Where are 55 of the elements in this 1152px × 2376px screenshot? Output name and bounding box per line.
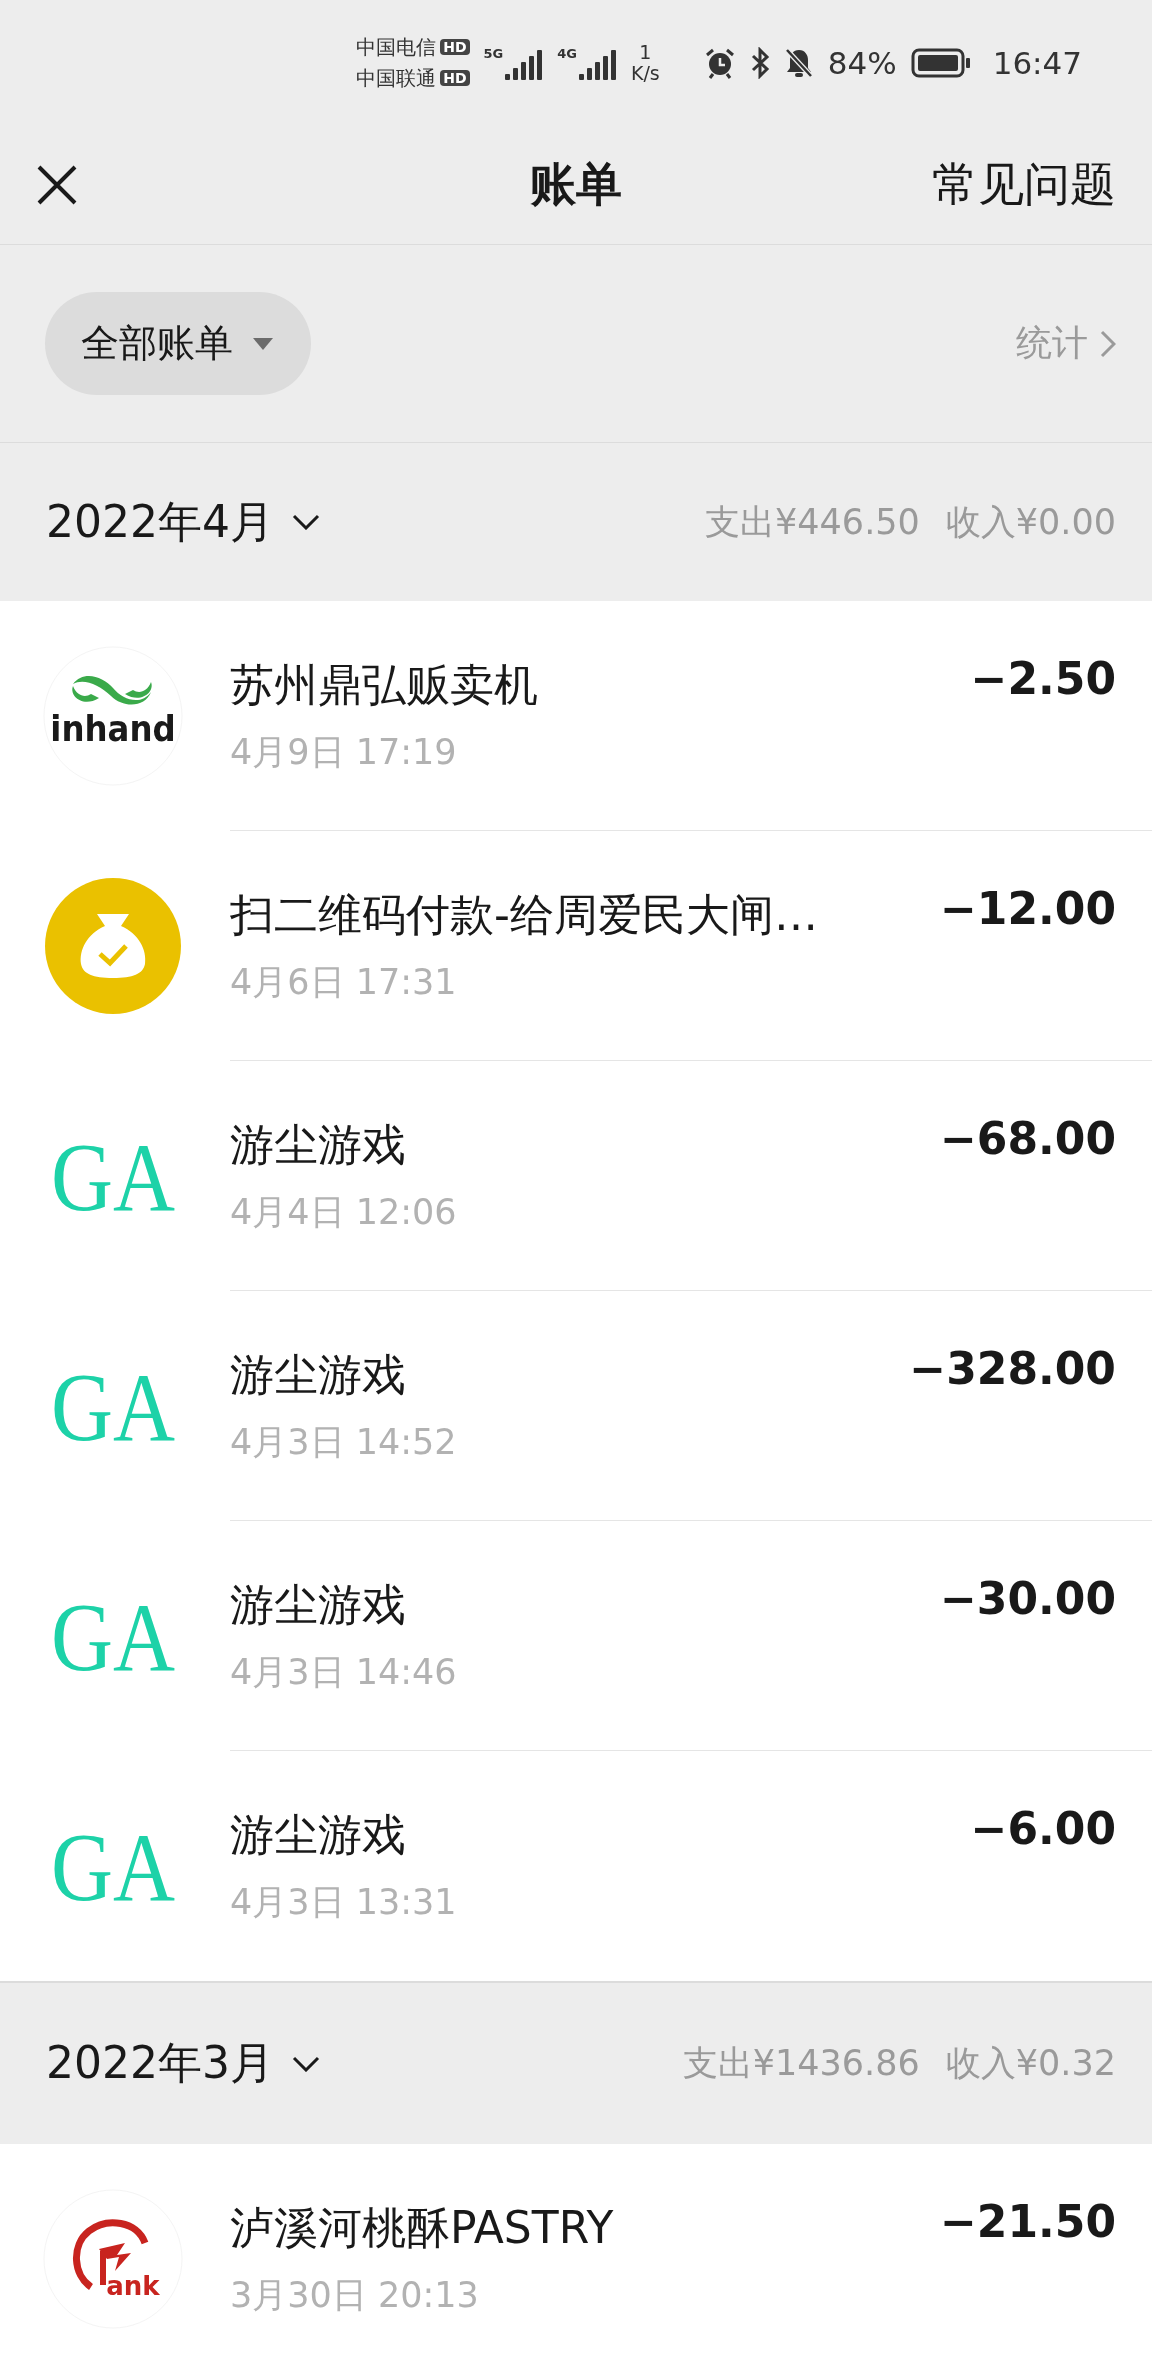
income-total: 收入¥0.00 — [945, 500, 1116, 544]
logo-icon: ank — [43, 2189, 183, 2329]
logo-icon: GA — [43, 1106, 183, 1246]
merchant-name: 扫二维码付款-给周爱民大闸… — [230, 887, 819, 942]
expense-total: 支出¥446.50 — [705, 500, 920, 544]
bluetooth-icon — [749, 46, 770, 79]
hd-badge: HD — [440, 39, 470, 55]
transaction-amount: −21.50 — [938, 2196, 1116, 2247]
month-selector[interactable]: 2022年4月 — [46, 492, 320, 552]
transaction-amount: −68.00 — [938, 1113, 1116, 1164]
bell-off-icon — [783, 46, 814, 79]
caret-down-icon — [253, 337, 273, 350]
page-title: 账单 — [530, 156, 622, 211]
transaction-time: 4月3日 14:52 — [230, 1420, 458, 1464]
transaction-time: 4月3日 14:46 — [230, 1650, 458, 1694]
speed-value: 1 — [639, 41, 652, 63]
transaction-time: 4月9日 17:19 — [230, 730, 458, 774]
bill-filter-dropdown[interactable]: 全部账单 — [45, 292, 311, 395]
transaction-amount: −328.00 — [908, 1343, 1116, 1394]
transaction-amount: −6.00 — [969, 1803, 1116, 1854]
carrier-name: 中国联通 — [356, 64, 437, 92]
chevron-down-icon — [292, 2055, 320, 2072]
network-type: 4G — [557, 45, 577, 61]
logo-icon: GA — [43, 1796, 183, 1936]
merchant-name: 游尘游戏 — [230, 1808, 407, 1862]
income-total: 收入¥0.32 — [945, 2042, 1116, 2085]
month-selector[interactable]: 2022年3月 — [46, 2034, 320, 2093]
clock-time: 16:47 — [992, 44, 1082, 81]
faq-link[interactable]: 常见问题 — [932, 153, 1116, 216]
transaction-amount: −30.00 — [938, 1573, 1116, 1624]
merchant-name: 游尘游戏 — [230, 1347, 407, 1402]
alarm-icon — [703, 46, 736, 79]
hd-badge: HD — [440, 70, 470, 86]
transaction-time: 4月6日 17:31 — [230, 960, 458, 1004]
speed-unit: K/s — [631, 62, 660, 84]
transaction-amount: −2.50 — [969, 653, 1116, 704]
merchant-name: 游尘游戏 — [230, 1577, 407, 1632]
transaction-amount: −12.00 — [938, 883, 1116, 934]
carrier-name: 中国电信 — [356, 33, 437, 61]
merchant-name: 泸溪河桃酥PASTRY — [230, 2201, 615, 2255]
money-bag-icon — [43, 876, 183, 1016]
logo-icon: inhand — [43, 646, 183, 786]
transaction-time: 4月3日 13:31 — [230, 1881, 458, 1924]
battery-icon — [910, 46, 971, 79]
transaction-time: 4月4日 12:06 — [230, 1190, 458, 1234]
logo-icon: GA — [43, 1336, 183, 1476]
logo-icon: GA — [43, 1566, 183, 1706]
battery-percent: 84% — [827, 44, 897, 81]
merchant-name: 苏州鼎弘贩卖机 — [230, 657, 539, 712]
network-type: 5G — [483, 45, 504, 61]
chevron-right-icon — [1100, 329, 1116, 358]
transaction-time: 3月30日 20:13 — [230, 2274, 480, 2317]
merchant-name: 游尘游戏 — [230, 1117, 407, 1172]
expense-total: 支出¥1436.86 — [682, 2042, 920, 2085]
chevron-down-icon — [292, 514, 320, 530]
